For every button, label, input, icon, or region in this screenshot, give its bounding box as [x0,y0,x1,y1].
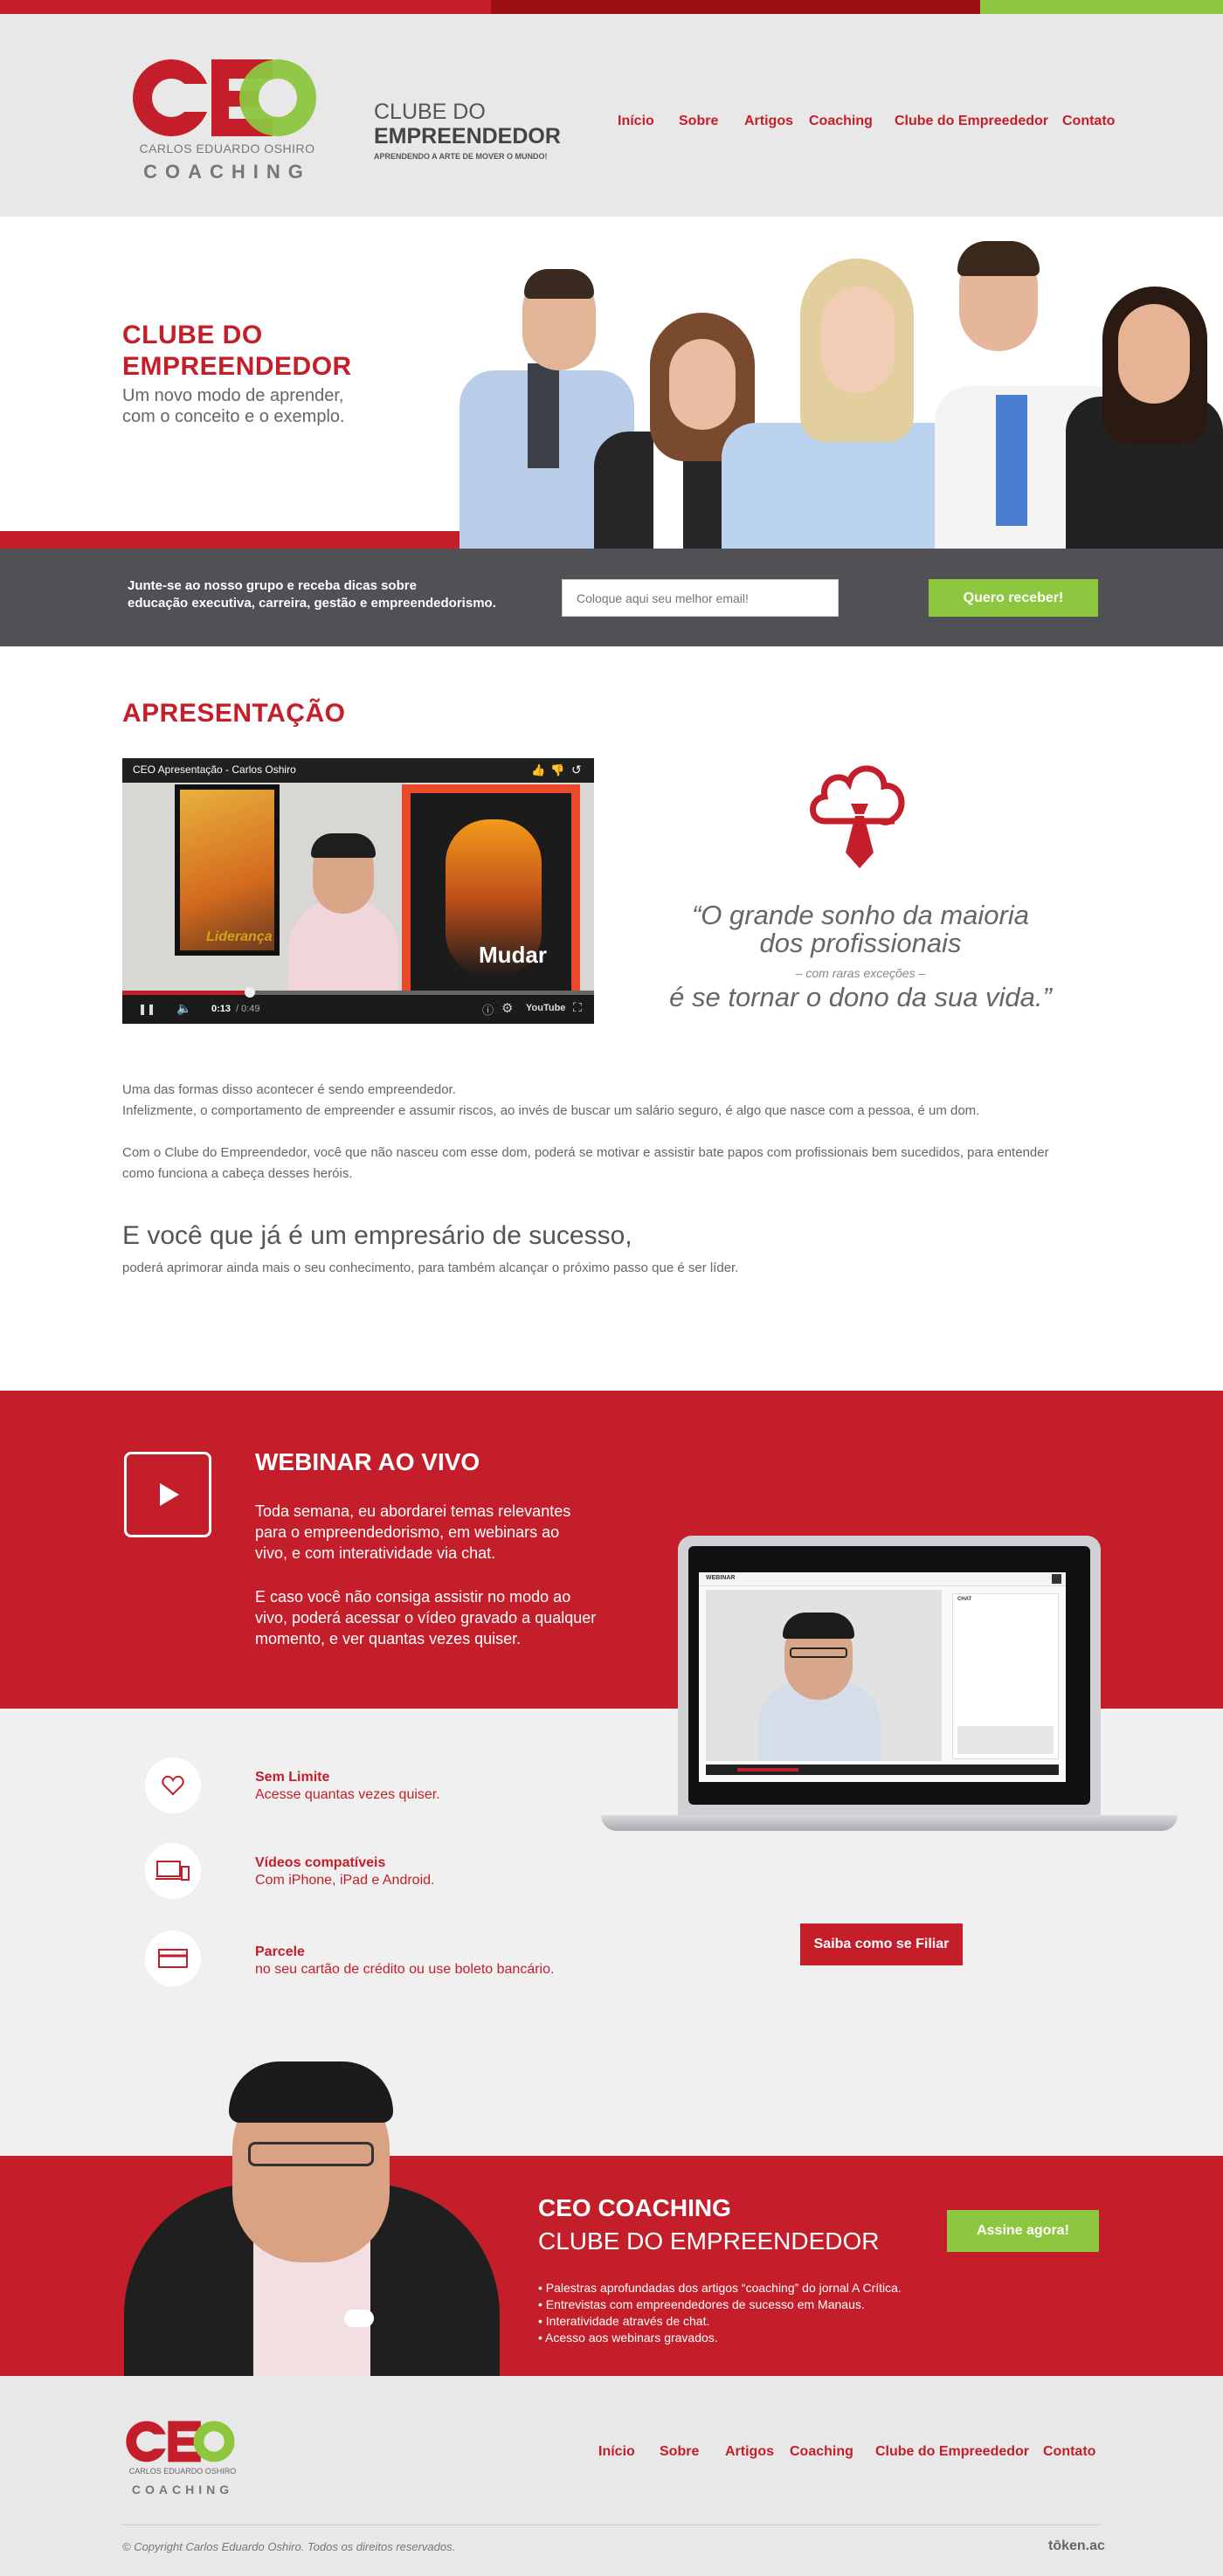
subscribe-bar: Junte-se ao nosso grupo e receba dicas s… [0,549,1223,646]
cta-bullet: • Entrevistas com empreendedores de suce… [538,2297,865,2311]
poster-text-2: Mudar [479,942,547,968]
cta-bullets: • Palestras aprofundadas dos artigos “co… [538,2280,902,2346]
tie-cloud-icon [804,756,916,874]
footer-logo-name: CARLOS EDUARDO OSHIRO [128,2467,237,2476]
screen-webinar-label: WEBINAR [706,1575,736,1581]
video-duration: / 0:49 [236,1004,260,1014]
video-scrub-handle[interactable] [244,987,255,998]
heart-icon [145,1758,201,1813]
like-icon[interactable]: 👍 [531,763,545,777]
badge-icon [344,2310,374,2327]
nav-sobre[interactable]: Sobre [679,114,718,129]
token-credit[interactable]: tōken.ac [1048,2538,1105,2554]
feature-2-sub: Com iPhone, iPad e Android. [255,1873,435,1888]
footer-logo[interactable] [124,2418,238,2465]
footer-nav-inicio[interactable]: Início [598,2444,635,2460]
presentation-title: APRESENTAÇÃO [122,699,346,728]
footer-nav-artigos[interactable]: Artigos [725,2444,774,2460]
card-icon [145,1930,201,1986]
feature-3-sub: no seu cartão de crédito ou use boleto b… [255,1962,555,1977]
nav-clube[interactable]: Clube do Empreededor [895,114,1048,129]
top-color-bar [0,0,1223,14]
video-progress-track[interactable] [122,991,594,995]
site-header: CARLOS EDUARDO OSHIRO COACHING CLUBE DO … [0,14,1223,217]
footer-nav-contato[interactable]: Contato [1043,2444,1095,2460]
footer-nav-sobre[interactable]: Sobre [660,2444,699,2460]
devices-icon [145,1843,201,1899]
webinar-title: WEBINAR AO VIVO [255,1448,480,1475]
subscribe-text-2: educação executiva, carreira, gestão e e… [128,596,496,611]
filiar-button[interactable]: Saiba como se Filiar [800,1923,963,1965]
copyright-text: © Copyright Carlos Eduardo Oshiro. Todos… [122,2540,456,2553]
quote-line-2: dos profissionais [759,928,962,958]
nav-coaching[interactable]: Coaching [809,114,873,129]
fullscreen-icon[interactable]: ⛶ [573,1000,582,1015]
subscribe-button[interactable]: Quero receber! [929,579,1098,617]
footer-divider [122,2524,1101,2525]
nav-artigos[interactable]: Artigos [744,114,793,129]
feature-1-title: Sem Limite [255,1770,330,1785]
feature-3-title: Parcele [255,1944,305,1959]
footer: CARLOS EDUARDO OSHIRO COACHING Início So… [0,2376,1223,2576]
dislike-icon[interactable]: 👎 [550,763,564,777]
poster-text-1: Liderança [206,929,273,944]
quote-line-3: – com raras exceções – [795,966,926,980]
footer-logo-tagline: COACHING [131,2483,234,2497]
info-icon[interactable]: ⓘ [482,1001,494,1018]
play-icon[interactable] [124,1452,211,1537]
paragraph-3: poderá aprimorar ainda mais o seu conhec… [122,1260,739,1275]
hero-title-1: CLUBE DO [122,321,263,349]
club-line1: CLUBE DO [374,100,486,124]
nav-inicio[interactable]: Início [618,114,654,129]
screen-chat-label: CHAT [957,1597,972,1602]
video-time: 0:13 [211,1004,231,1014]
volume-icon[interactable]: 🔈 [176,1001,191,1016]
ceo-logo[interactable] [129,52,323,148]
quote-line-4: é se tornar o dono da sua vida.” [669,982,1052,1012]
logo-fullname: CARLOS EDUARDO OSHIRO [139,142,315,155]
footer-nav-coaching[interactable]: Coaching [790,2444,853,2460]
hero-subtitle-1: Um novo modo de aprender, [122,386,344,405]
cta-title: CEO COACHING [538,2194,731,2221]
hero-title-2: EMPREENDEDOR [122,352,352,381]
share-icon[interactable]: ↺ [571,763,582,777]
footer-nav-clube[interactable]: Clube do Empreededor [875,2444,1029,2460]
settings-gear-icon[interactable]: ⚙ [501,1000,513,1016]
quote-line-1: “O grande sonho da maioria [691,900,1029,930]
webinar-text-2: E caso você não consiga assistir no modo… [255,1588,597,1647]
youtube-logo[interactable]: YouTube [526,1003,565,1013]
subscribe-text-1: Junte-se ao nosso grupo e receba dicas s… [128,578,417,593]
feature-1-sub: Acesse quantas vezes quiser. [255,1787,440,1802]
subscribe-now-button[interactable]: Assine agora! [947,2210,1099,2252]
video-title: CEO Apresentação - Carlos Oshiro [133,763,296,776]
cta-subtitle: CLUBE DO EMPREENDEDOR [538,2227,880,2255]
club-slogan: APRENDENDO A ARTE DE MOVER O MUNDO! [374,152,548,161]
pause-icon[interactable]: ❚❚ [138,1003,155,1015]
feature-2-title: Vídeos compatíveis [255,1855,386,1870]
cta-bullet: • Palestras aprofundadas dos artigos “co… [538,2281,902,2295]
club-line2: EMPREENDEDOR [374,124,561,148]
nav-contato[interactable]: Contato [1062,114,1115,129]
entrepreneur-heading: E você que já é um empresário de sucesso… [122,1221,632,1250]
paragraph-1a: Uma das formas disso acontecer é sendo e… [122,1082,456,1097]
cta-bullet: • Acesso aos webinars gravados. [538,2331,718,2345]
email-input[interactable] [562,579,839,617]
paragraph-1b: Infelizmente, o comportamento de empreen… [122,1103,980,1118]
video-player[interactable]: Liderança Mudar CEO Apresentação - Carlo… [122,758,594,1024]
hero-banner: CLUBE DO EMPREENDEDOR Um novo modo de ap… [0,217,1223,549]
paragraph-2: Com o Clube do Empreendedor, você que nã… [122,1145,1049,1181]
cta-bullet: • Interatividade através de chat. [538,2314,710,2328]
laptop-screen: WEBINAR CHAT [699,1572,1066,1782]
hero-subtitle-2: com o conceito e o exemplo. [122,407,345,426]
webinar-text-1: Toda semana, eu abordarei temas relevant… [255,1502,571,1562]
logo-tagline: COACHING [143,161,311,183]
